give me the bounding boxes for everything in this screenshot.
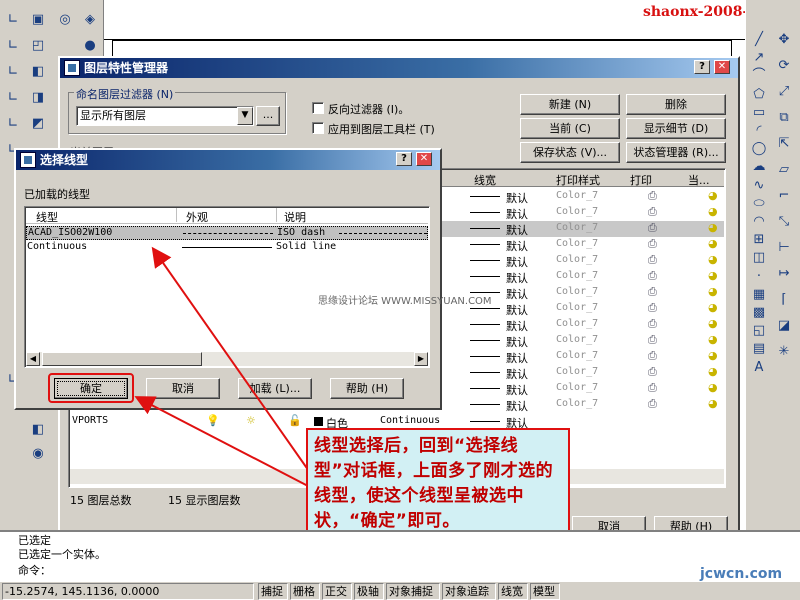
ortho-toggle[interactable]: 正交 xyxy=(322,583,352,600)
coords-readout: -15.2574, 145.1136, 0.0000 xyxy=(2,583,254,600)
otrack-toggle[interactable]: 对象追踪 xyxy=(442,583,496,600)
watermark-br: jcwcn.com xyxy=(700,566,783,582)
callout-text: 线型选择后，回到“选择线型”对话框，上面多了刚才选的线型，使这个线型呈被选中状，… xyxy=(314,436,554,531)
command-window[interactable]: 已选定 已选定一个实体。 命令： xyxy=(0,530,800,583)
polar-toggle[interactable]: 极轴 xyxy=(354,583,384,600)
grid-toggle[interactable]: 栅格 xyxy=(290,583,320,600)
watermark-mid: 思缘设计论坛 WWW.MISSYUAN.COM xyxy=(318,296,492,307)
callout-box: 线型选择后，回到“选择线型”对话框，上面多了刚才选的线型，使这个线型呈被选中状，… xyxy=(306,428,570,544)
osnap-toggle[interactable]: 对象捕捉 xyxy=(386,583,440,600)
snap-toggle[interactable]: 捕捉 xyxy=(258,583,288,600)
model-toggle[interactable]: 模型 xyxy=(530,583,560,600)
command-line: 已选定一个实体。 xyxy=(18,548,106,561)
command-prompt: 命令： xyxy=(18,564,51,577)
arrow-to-ok xyxy=(134,396,309,487)
lineweight-toggle[interactable]: 线宽 xyxy=(498,583,528,600)
